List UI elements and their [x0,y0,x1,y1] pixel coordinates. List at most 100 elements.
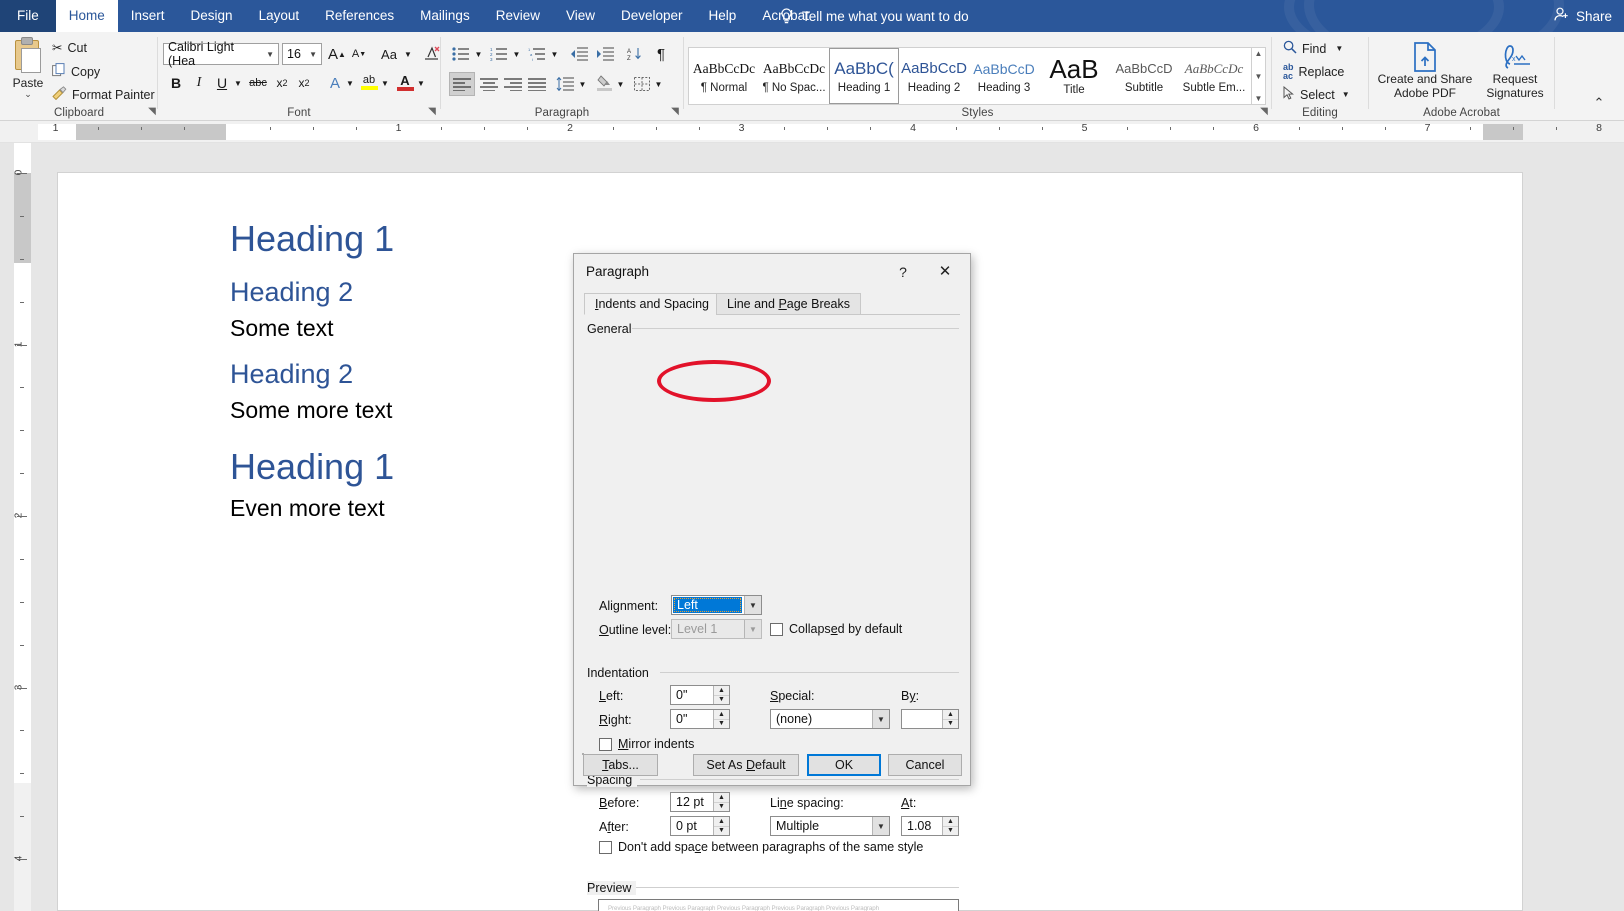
outline-level-combo[interactable]: Level 1 ▼ [671,619,762,639]
spacing-after-stepper[interactable]: ▲▼ [713,817,729,835]
chevron-down-icon[interactable]: ▼ [744,620,761,638]
style-item-normal[interactable]: AaBbCcDc ¶ Normal [689,48,759,104]
find-button[interactable]: Find ▼ [1283,40,1343,57]
style-item-heading-1[interactable]: AaBbC( Heading 1 [829,48,899,104]
align-right-icon[interactable] [501,72,525,96]
chevron-down-icon[interactable]: ▼ [379,72,391,94]
chevron-down-icon[interactable]: ▼ [232,72,244,94]
bold-button[interactable]: B [165,72,187,94]
stepper-down-icon[interactable]: ▼ [943,720,958,729]
ribbon-tab-review[interactable]: Review [483,0,553,32]
style-item-no-spacing[interactable]: AaBbCcDc ¶ No Spac... [759,48,829,104]
stepper-down-icon[interactable]: ▼ [714,696,729,705]
chevron-down-icon[interactable]: ▼ [744,596,761,614]
special-combo[interactable]: (none) ▼ [770,709,890,729]
indent-right-input[interactable]: 0" ▲▼ [670,709,730,729]
paragraph-tabs-button[interactable]: Tabs... [583,754,658,776]
chevron-down-icon[interactable]: ▼ [344,72,356,94]
stepper-down-icon[interactable]: ▼ [943,827,958,836]
copy-button[interactable]: Copy [52,63,100,80]
checkbox-box[interactable] [599,841,612,854]
spacing-before-input[interactable]: 12 pt ▲▼ [670,792,730,812]
style-item-heading-3[interactable]: AaBbCcD Heading 3 [969,48,1039,104]
align-left-icon[interactable] [449,72,475,96]
align-center-icon[interactable] [477,72,501,96]
select-button[interactable]: Select ▼ [1283,86,1350,103]
paragraph-dialog-launcher[interactable]: ◥ [669,106,681,118]
chevron-down-icon[interactable]: ▼ [262,50,278,59]
underline-button[interactable]: U [211,72,233,94]
style-item-subtitle[interactable]: AaBbCcD Subtitle [1109,48,1179,104]
ribbon-tab-design[interactable]: Design [178,0,246,32]
spacing-before-stepper[interactable]: ▲▼ [713,793,729,811]
share-button[interactable]: Share [1553,0,1612,32]
italic-button[interactable]: I [188,72,210,94]
vertical-ruler[interactable]: 01234 [14,143,31,911]
tell-me-box[interactable]: Tell me what you want to do [780,0,969,32]
strikethrough-button[interactable]: abc [246,72,270,94]
sort-icon[interactable]: AZ [623,43,647,65]
decrease-indent-icon[interactable] [567,43,591,65]
styles-dialog-launcher[interactable]: ◥ [1258,106,1270,118]
increase-indent-icon[interactable] [593,43,617,65]
clear-formatting-icon[interactable] [420,43,442,65]
indent-right-stepper[interactable]: ▲▼ [713,710,729,728]
chevron-up-icon[interactable]: ⌃ [1588,94,1610,112]
grow-font-button[interactable]: A▲ [326,43,348,65]
text-effects-button[interactable]: A [324,72,346,94]
close-x-icon[interactable]: ✕ [930,260,960,284]
collapsed-by-default-checkbox[interactable]: Collapsed by default [770,622,902,636]
chevron-down-icon[interactable]: ▼ [577,72,588,96]
stepper-down-icon[interactable]: ▼ [714,827,729,836]
font-name-combo[interactable]: Calibri Light (Hea ▼ [163,43,279,65]
ribbon-tab-insert[interactable]: Insert [118,0,178,32]
cancel-button[interactable]: Cancel [888,754,962,776]
bullets-icon[interactable] [449,43,473,65]
line-spacing-icon[interactable] [553,72,577,96]
font-dialog-launcher[interactable]: ◥ [426,106,438,118]
superscript-button[interactable]: x2 [293,72,315,94]
stepper-up-icon[interactable]: ▲ [714,793,729,803]
checkbox-box[interactable] [770,623,783,636]
multilevel-list-icon[interactable]: 1ai [525,43,549,65]
style-item-subtle-emphasis[interactable]: AaBbCcDc Subtle Em... [1179,48,1249,104]
stepper-down-icon[interactable]: ▼ [714,803,729,812]
mirror-indents-checkbox[interactable]: Mirror indents [599,737,694,751]
ok-button[interactable]: OK [807,754,881,776]
by-input[interactable]: ▲▼ [901,709,959,729]
chevron-down-icon[interactable]: ▼ [473,43,484,65]
subscript-button[interactable]: x2 [271,72,293,94]
change-case-button[interactable]: Aa [376,43,402,65]
stepper-up-icon[interactable]: ▲ [714,817,729,827]
dont-add-space-checkbox[interactable]: Don't add space between paragraphs of th… [599,840,923,854]
justify-icon[interactable] [525,72,549,96]
chevron-down-icon[interactable]: ▼ [415,72,427,94]
ribbon-tab-layout[interactable]: Layout [246,0,313,32]
stepper-up-icon[interactable]: ▲ [943,710,958,720]
question-mark-icon[interactable]: ? [892,262,914,282]
paste-button[interactable]: Paste ⌄ [6,40,50,98]
borders-icon[interactable] [631,72,653,96]
styles-more-icon[interactable]: ▼ [1255,93,1263,104]
highlight-color-button[interactable]: ab [358,70,380,94]
ribbon-tab-help[interactable]: Help [696,0,750,32]
alignment-combo[interactable]: Left ▼ [671,595,762,615]
by-stepper[interactable]: ▲▼ [942,710,958,728]
stepper-up-icon[interactable]: ▲ [714,710,729,720]
scroll-down-icon[interactable]: ▼ [1255,71,1263,82]
ribbon-tab-mailings[interactable]: Mailings [407,0,483,32]
chevron-down-icon[interactable]: ▼ [872,710,889,728]
request-signatures-button[interactable]: x Request Signatures [1479,42,1551,100]
indent-left-input[interactable]: 0" ▲▼ [670,685,730,705]
spacing-after-input[interactable]: 0 pt ▲▼ [670,816,730,836]
at-stepper[interactable]: ▲▼ [942,817,958,835]
chevron-down-icon[interactable]: ▼ [872,817,889,835]
at-input[interactable]: 1.08 ▲▼ [901,816,959,836]
numbering-icon[interactable]: 123 [487,43,511,65]
ribbon-tab-home[interactable]: Home [56,0,118,32]
scroll-up-icon[interactable]: ▲ [1255,48,1263,59]
chevron-down-icon[interactable]: ▼ [549,43,560,65]
show-formatting-marks-icon[interactable]: ¶ [649,43,673,65]
checkbox-box[interactable] [599,738,612,751]
ribbon-tab-references[interactable]: References [312,0,407,32]
